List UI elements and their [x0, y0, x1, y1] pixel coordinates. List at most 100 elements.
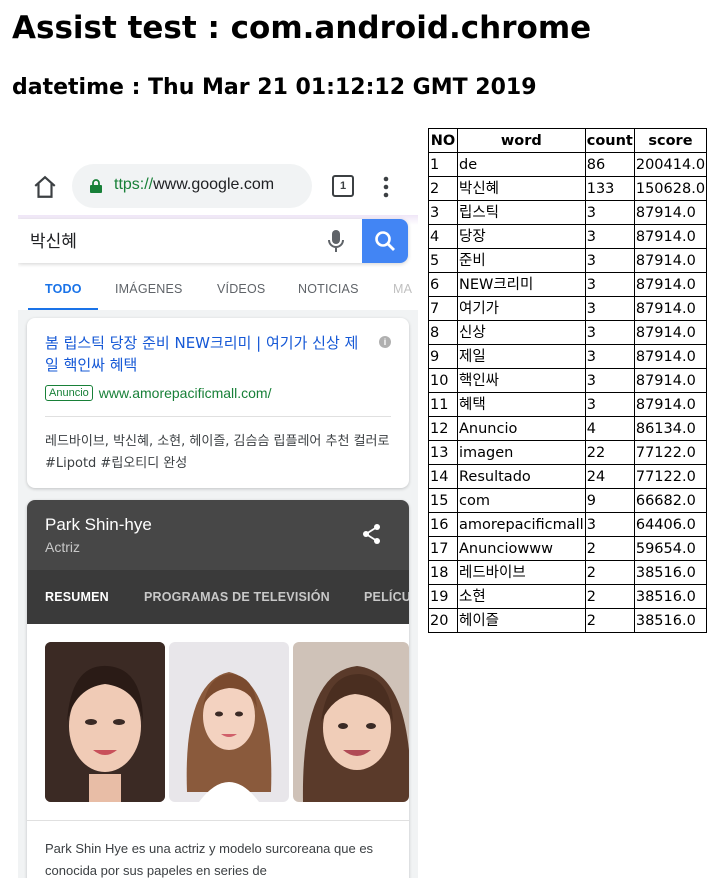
- cell-score: 86134.0: [633, 416, 708, 441]
- cell-word: Resultado: [457, 464, 586, 489]
- entity-name: Park Shin-hye: [45, 515, 152, 534]
- cell-score: 38516.0: [633, 560, 708, 585]
- cell-score: 87914.0: [633, 224, 708, 249]
- microphone-icon[interactable]: [326, 229, 346, 253]
- table-row: 2 박신혜 133 150628.0: [428, 176, 708, 201]
- cell-word: de: [457, 152, 586, 177]
- actress-photo-3[interactable]: [293, 642, 409, 802]
- cell-count: 2: [584, 560, 635, 585]
- cell-no: 17: [428, 536, 458, 561]
- lock-icon: [90, 179, 102, 193]
- search-input[interactable]: [30, 229, 290, 249]
- ad-url-row: Anuncio www.amorepacificmall.com/: [45, 382, 271, 401]
- knowledge-panel-tabs: RESUMEN PROGRAMAS DE TELEVISIÓN PELÍCU: [27, 570, 409, 694]
- more-options-icon[interactable]: [376, 174, 396, 200]
- divider: [45, 416, 391, 417]
- address-bar[interactable]: ttps://www.google.com: [72, 164, 312, 208]
- table-row: 10 핵인싸 3 87914.0: [428, 368, 708, 393]
- cell-no: 4: [428, 224, 458, 249]
- cell-count: 3: [584, 224, 635, 249]
- table-row: 6 NEW크리미 3 87914.0: [428, 272, 708, 297]
- column-header-score: score: [633, 128, 708, 153]
- divider: [27, 820, 409, 821]
- share-icon[interactable]: [361, 523, 383, 545]
- actress-photo-2[interactable]: [169, 642, 289, 802]
- ad-title-link[interactable]: 봄 립스틱 당장 준비 NEW크리미 | 여기가 신상 제일 핵인싸 혜택: [45, 332, 363, 376]
- cell-score: 150628.0: [633, 176, 708, 201]
- search-button[interactable]: [362, 219, 408, 263]
- knowledge-panel-header: Park Shin-hye Actriz: [27, 500, 409, 570]
- cell-score: 87914.0: [633, 200, 708, 225]
- cell-word: 소현: [457, 584, 586, 609]
- tab-all[interactable]: TODO: [45, 282, 82, 296]
- table-row: 9 제일 3 87914.0: [428, 344, 708, 369]
- info-icon[interactable]: i: [379, 336, 391, 348]
- search-tabs: TODO IMÁGENES VÍDEOS NOTICIAS MA: [18, 268, 418, 311]
- table-row: 1 de 86 200414.0: [428, 152, 708, 177]
- cell-word: 여기가: [457, 296, 586, 321]
- entity-subtitle: Actriz: [45, 539, 80, 555]
- cell-word: 헤이즐: [457, 608, 586, 633]
- table-row: 8 신상 3 87914.0: [428, 320, 708, 345]
- cell-count: 86: [584, 152, 635, 177]
- results-area: 봄 립스틱 당장 준비 NEW크리미 | 여기가 신상 제일 핵인싸 혜택 i …: [18, 310, 418, 878]
- cell-no: 15: [428, 488, 458, 513]
- cell-count: 2: [584, 536, 635, 561]
- cell-score: 87914.0: [633, 296, 708, 321]
- home-icon[interactable]: [32, 174, 58, 200]
- knowledge-panel: Park Shin-hye Actriz RESUMEN PROGRAMAS D…: [27, 500, 409, 878]
- cell-no: 14: [428, 464, 458, 489]
- cell-count: 3: [584, 344, 635, 369]
- cell-score: 77122.0: [633, 440, 708, 465]
- tab-switcher-button[interactable]: 1: [332, 175, 354, 197]
- cell-score: 200414.0: [633, 152, 708, 177]
- cell-word: Anuncio: [457, 416, 586, 441]
- cell-no: 3: [428, 200, 458, 225]
- table-row: 13 imagen 22 77122.0: [428, 440, 708, 465]
- tab-images[interactable]: IMÁGENES: [115, 282, 183, 296]
- tab-movies[interactable]: PELÍCU: [364, 590, 409, 604]
- cell-no: 2: [428, 176, 458, 201]
- ad-url[interactable]: www.amorepacificmall.com/: [99, 385, 272, 401]
- cell-word: com: [457, 488, 586, 513]
- cell-count: 3: [584, 512, 635, 537]
- cell-count: 2: [584, 584, 635, 609]
- cell-no: 10: [428, 368, 458, 393]
- tab-more[interactable]: MA: [393, 282, 412, 296]
- tab-summary[interactable]: RESUMEN: [45, 590, 109, 604]
- cell-count: 9: [584, 488, 635, 513]
- cell-score: 87914.0: [633, 248, 708, 273]
- table-row: 14 Resultado 24 77122.0: [428, 464, 708, 489]
- column-header-word: word: [457, 128, 586, 153]
- table-row: 16 amorepacificmall 3 64406.0: [428, 512, 708, 537]
- cell-score: 87914.0: [633, 320, 708, 345]
- table-row: 19 소현 2 38516.0: [428, 584, 708, 609]
- cell-score: 59654.0: [633, 536, 708, 561]
- google-search-header: TODO IMÁGENES VÍDEOS NOTICIAS MA: [18, 215, 418, 311]
- cell-word: amorepacificmall: [457, 512, 586, 537]
- actress-photo-1[interactable]: [45, 642, 165, 802]
- ad-badge: Anuncio: [45, 384, 93, 401]
- cell-no: 16: [428, 512, 458, 537]
- table-header-row: NO word count score: [428, 128, 708, 153]
- cell-count: 3: [584, 248, 635, 273]
- cell-word: 립스틱: [457, 200, 586, 225]
- tab-news[interactable]: NOTICIAS: [298, 282, 359, 296]
- cell-no: 7: [428, 296, 458, 321]
- cell-word: Anunciowww: [457, 536, 586, 561]
- tab-videos[interactable]: VÍDEOS: [217, 282, 265, 296]
- tab-tv-shows[interactable]: PROGRAMAS DE TELEVISIÓN: [144, 590, 330, 604]
- cell-no: 18: [428, 560, 458, 585]
- table-row: 11 혜택 3 87914.0: [428, 392, 708, 417]
- cell-no: 9: [428, 344, 458, 369]
- search-box: [18, 219, 408, 263]
- table-row: 4 당장 3 87914.0: [428, 224, 708, 249]
- word-frequency-table: NO word count score 1 de 86 200414.0 2 박신혜 133…: [428, 128, 708, 633]
- ad-result-card: 봄 립스틱 당장 준비 NEW크리미 | 여기가 신상 제일 핵인싸 혜택 i …: [27, 318, 409, 488]
- table-row: 15 com 9 66682.0: [428, 488, 708, 513]
- cell-count: 3: [584, 200, 635, 225]
- cell-word: 제일: [457, 344, 586, 369]
- cell-no: 1: [428, 152, 458, 177]
- cell-word: 박신혜: [457, 176, 586, 201]
- cell-no: 12: [428, 416, 458, 441]
